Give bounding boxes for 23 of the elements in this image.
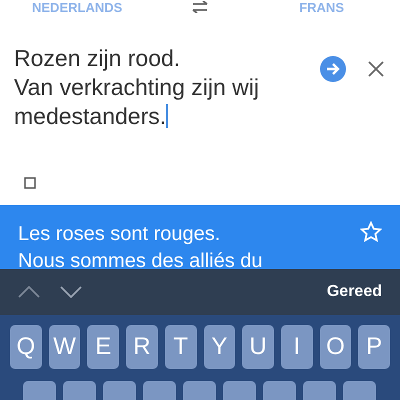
up-chevron-icon[interactable] [18, 286, 40, 298]
key[interactable]: O [320, 325, 352, 369]
key[interactable]: W [48, 325, 80, 369]
key[interactable]: I [280, 325, 313, 369]
done-button[interactable]: Gereed [326, 280, 382, 304]
arrow-button-icon[interactable] [320, 56, 346, 82]
swap-icon[interactable] [190, 1, 210, 13]
source-language-button[interactable]: NEDERLANDS [32, 1, 132, 14]
down-chevron-icon[interactable] [60, 286, 82, 298]
key[interactable]: Q [10, 325, 42, 369]
key[interactable]: Y [204, 325, 236, 369]
key[interactable]: T [164, 325, 197, 369]
close-icon[interactable] [368, 61, 384, 77]
input-field[interactable]: Rozen zijn rood. Van verkrachting zijn wij medestanders. [14, 44, 314, 131]
translation-text: Nous sommes des alliés du [18, 249, 264, 269]
target-language-button[interactable]: FRANS [268, 1, 368, 14]
checkbox-icon[interactable] [24, 177, 36, 189]
star-icon[interactable] [360, 221, 382, 243]
key[interactable]: P [358, 325, 390, 369]
key[interactable]: E [87, 325, 120, 369]
translation-text: Les roses sont rouges. [18, 222, 222, 247]
key[interactable]: R [126, 325, 158, 369]
key[interactable]: U [242, 325, 274, 369]
